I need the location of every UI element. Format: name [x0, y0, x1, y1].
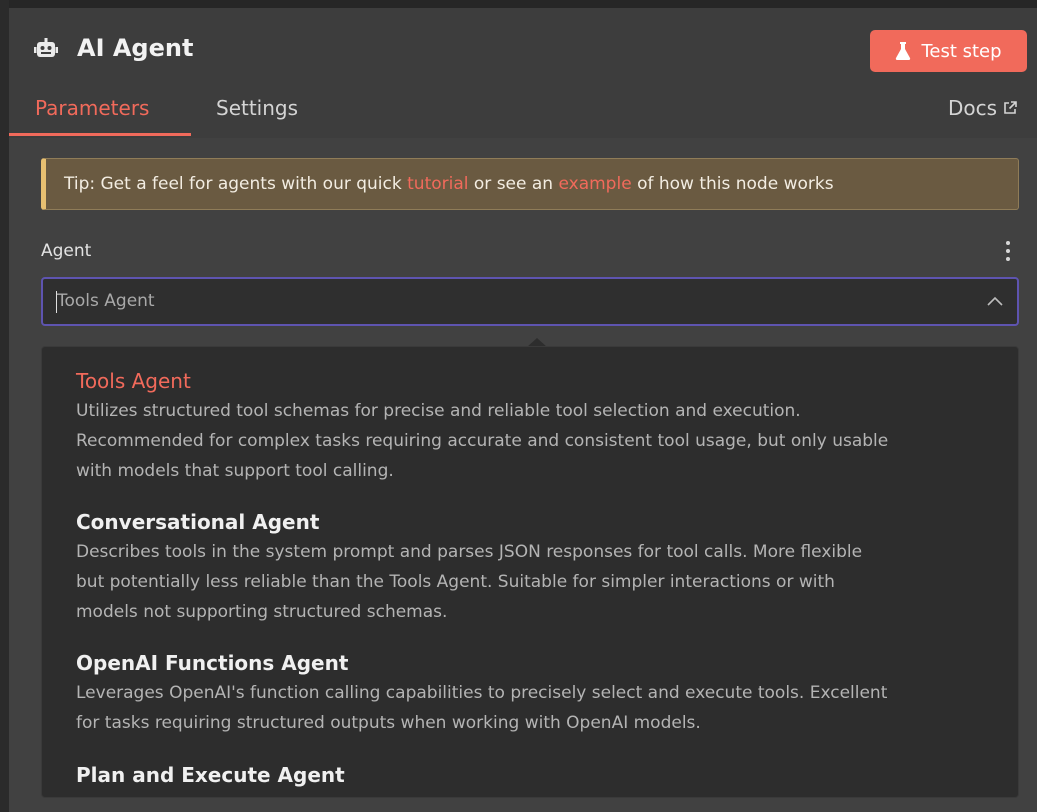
agent-select-value: Tools Agent	[57, 291, 155, 311]
docs-label: Docs	[948, 96, 998, 120]
agent-field-label: Agent	[41, 241, 92, 261]
option-title: Plan and Execute Agent	[76, 763, 345, 787]
option-description: Leverages OpenAI's function calling capa…	[76, 678, 976, 738]
test-step-button[interactable]: Test step	[870, 30, 1027, 72]
agent-select[interactable]: Tools Agent	[41, 277, 1019, 326]
chevron-up-icon	[987, 296, 1003, 306]
option-desc-line: Utilizes structured tool schemas for pre…	[76, 401, 801, 421]
option-title: Tools Agent	[76, 369, 191, 393]
node-title: AI Agent	[77, 34, 194, 62]
option-conversational-agent[interactable]: Conversational Agent Describes tools in …	[76, 510, 976, 627]
agent-dropdown: Tools Agent Utilizes structured tool sch…	[41, 346, 1019, 798]
option-openai-functions-agent[interactable]: OpenAI Functions Agent Leverages OpenAI'…	[76, 651, 976, 738]
window-top-edge	[0, 0, 1037, 8]
option-title: Conversational Agent	[76, 510, 320, 534]
option-desc-line: models not supporting structured schemas…	[76, 602, 448, 622]
tip-suffix: of how this node works	[637, 174, 834, 194]
option-tools-agent[interactable]: Tools Agent Utilizes structured tool sch…	[76, 369, 976, 486]
tutorial-link[interactable]: tutorial	[407, 174, 468, 194]
docs-link[interactable]: Docs	[948, 96, 1017, 120]
field-options-icon[interactable]	[1005, 241, 1011, 261]
option-desc-line: Leverages OpenAI's function calling capa…	[76, 683, 888, 703]
node-panel: AI Agent Test step Parameters Settings D…	[9, 8, 1037, 812]
flask-icon	[896, 42, 911, 60]
option-desc-line: Recommended for complex tasks requiring …	[76, 431, 889, 451]
option-desc-line: Describes tools in the system prompt and…	[76, 542, 863, 562]
example-link[interactable]: example	[558, 174, 631, 194]
active-tab-indicator	[9, 133, 191, 136]
option-desc-line: with models that support tool calling.	[76, 461, 394, 481]
tip-prefix: Tip: Get a feel for agents with our quic…	[64, 174, 402, 194]
option-desc-line: but potentially less reliable than the T…	[76, 572, 835, 592]
test-step-label: Test step	[921, 40, 1002, 62]
option-description: Utilizes structured tool schemas for pre…	[76, 396, 976, 486]
option-plan-and-execute-agent[interactable]: Plan and Execute Agent	[76, 763, 976, 787]
external-link-icon	[1004, 101, 1017, 114]
tip-banner: Tip: Get a feel for agents with our quic…	[41, 158, 1019, 210]
option-title: OpenAI Functions Agent	[76, 651, 349, 675]
tab-settings[interactable]: Settings	[216, 96, 298, 120]
robot-icon	[34, 38, 58, 57]
tip-middle: or see an	[473, 174, 554, 194]
tab-parameters[interactable]: Parameters	[35, 96, 149, 120]
window-left-edge	[0, 0, 9, 812]
option-desc-line: for tasks requiring structured outputs w…	[76, 713, 701, 733]
option-description: Describes tools in the system prompt and…	[76, 537, 976, 627]
panel-header: AI Agent Test step Parameters Settings D…	[9, 8, 1037, 138]
